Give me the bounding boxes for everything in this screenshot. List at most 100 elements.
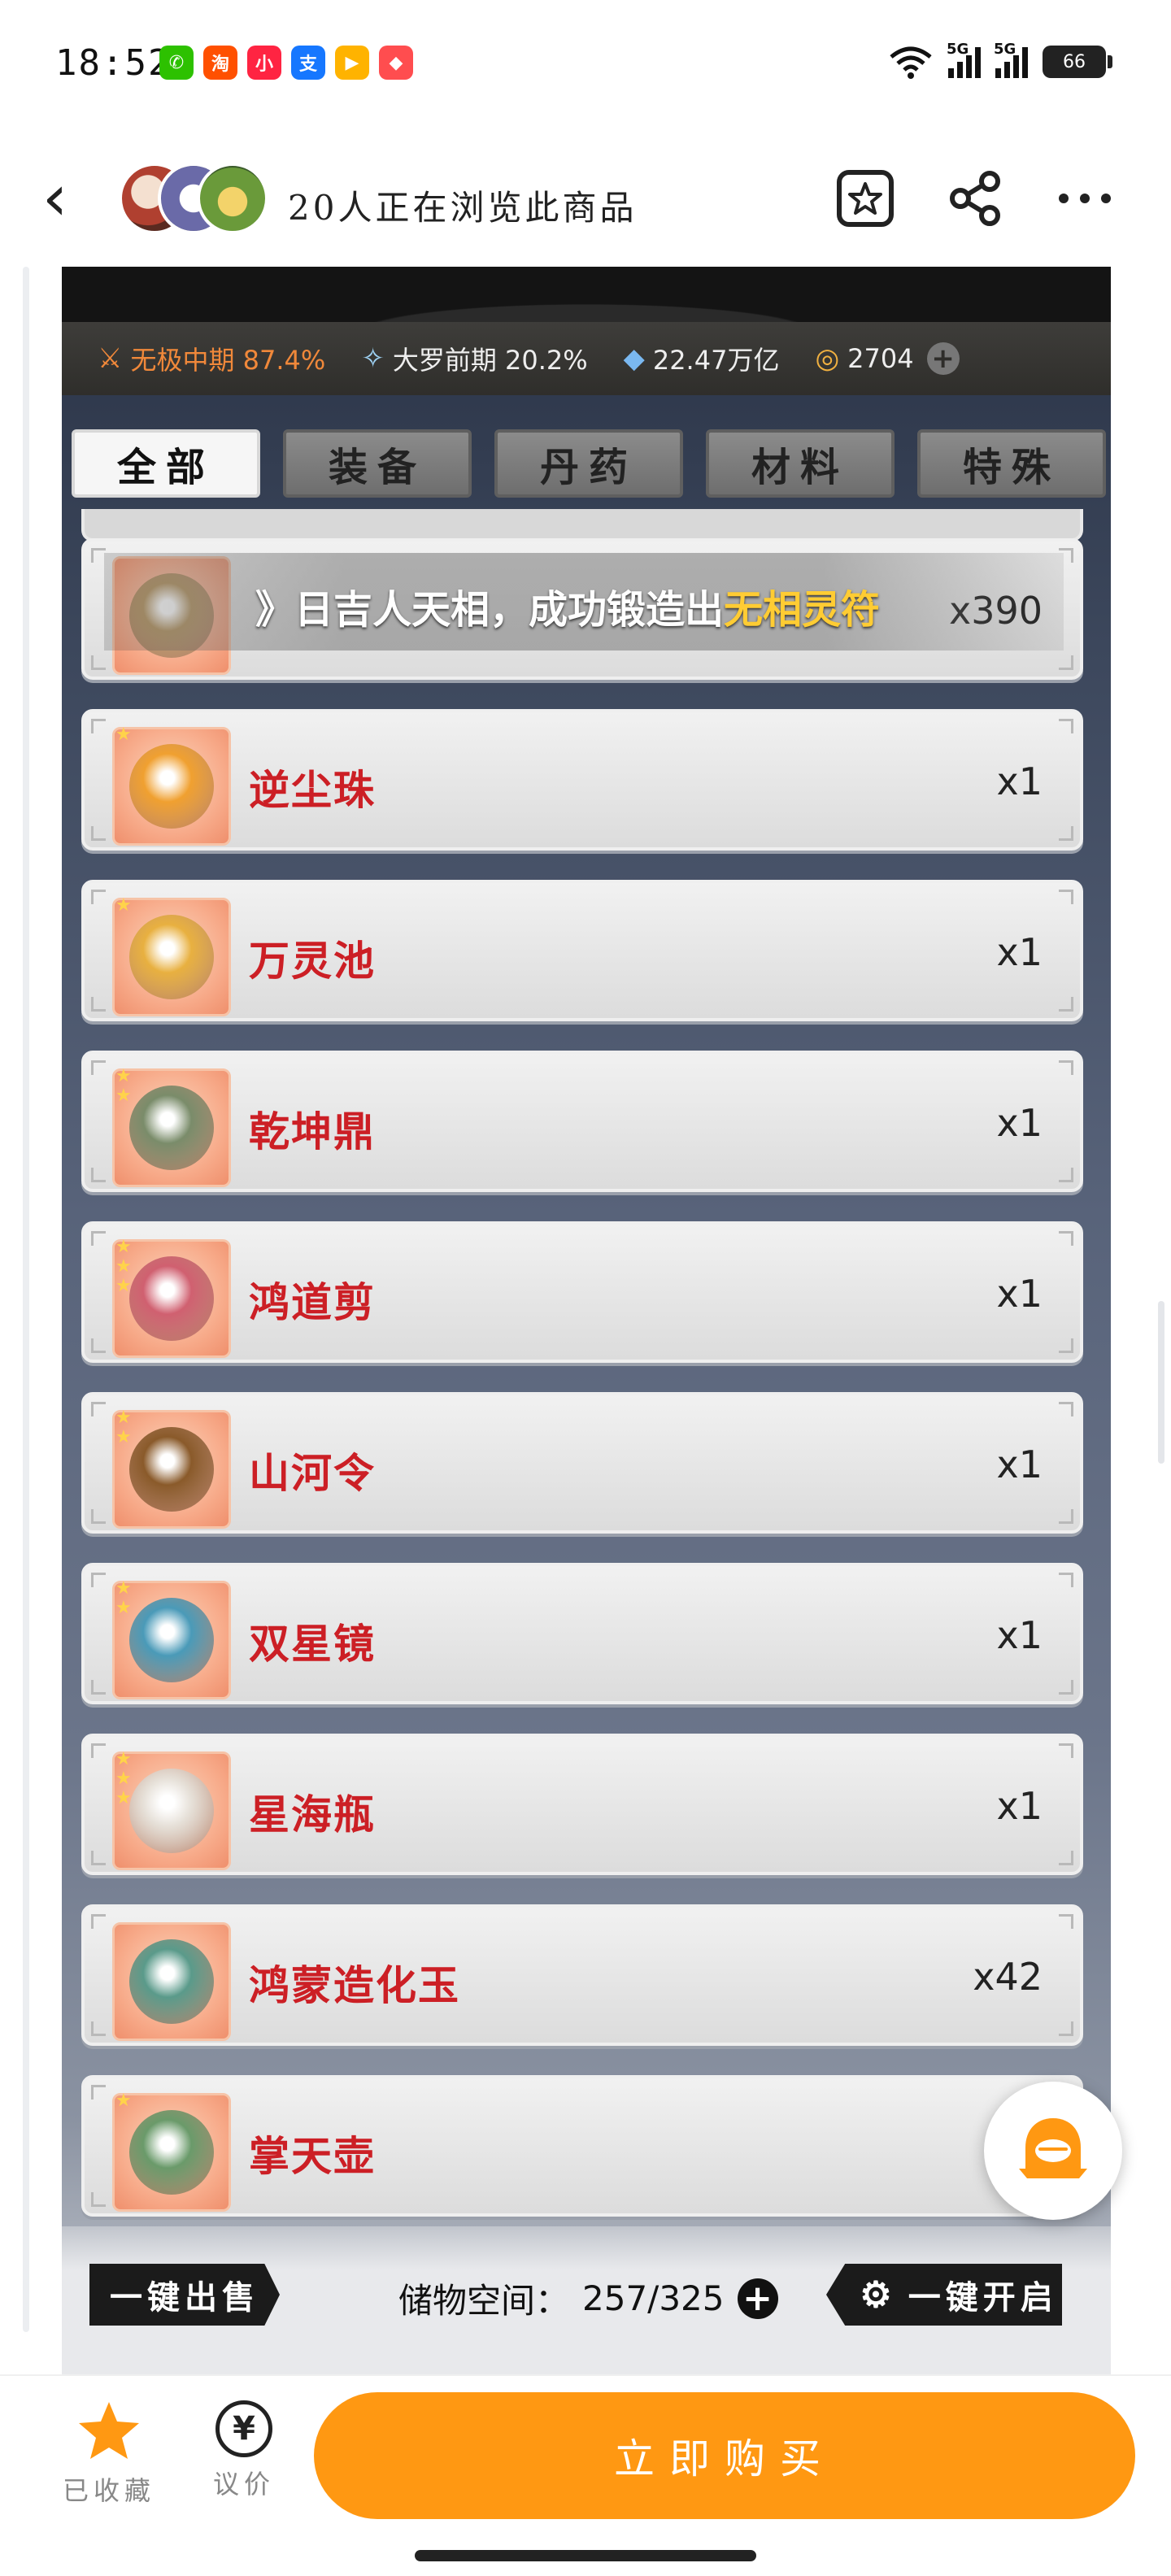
ticker-message: 》日吉人天相，成功锻造出 — [255, 587, 725, 633]
frame-corner — [91, 1851, 106, 1865]
tab-4[interactable]: 特殊 — [917, 429, 1106, 498]
favorite-label: 已收藏 — [62, 2475, 155, 2506]
item-artwork — [129, 2110, 214, 2195]
buy-now-button[interactable]: 立即购买 — [314, 2392, 1135, 2519]
item-quantity: x1 — [996, 1442, 1043, 1486]
video-icon: ▶ — [335, 46, 369, 80]
water-drop-icon: ◆ — [623, 342, 645, 375]
frame-corner — [1059, 1338, 1073, 1353]
bargain-button[interactable]: ¥ 议价 — [195, 2400, 293, 2501]
bargain-label: 议价 — [212, 2469, 275, 2500]
list-item[interactable]: ★ 逆尘珠 x1 — [81, 709, 1083, 851]
tab-3[interactable]: 材料 — [706, 429, 895, 498]
list-item[interactable]: ★ ★ ★ 星海瓶 x1 — [81, 1734, 1083, 1875]
signal-icon-1: 5G — [947, 41, 981, 78]
frame-corner — [1059, 1851, 1073, 1865]
frame-corner — [91, 1914, 106, 1929]
item-quantity: x1 — [996, 1613, 1043, 1657]
item-name: 山河令 — [249, 1450, 376, 1497]
stat-item: ◎ 2704 — [815, 342, 913, 375]
frame-corner — [91, 719, 106, 733]
share-icon[interactable] — [940, 163, 1012, 234]
back-icon[interactable]: ‹ — [42, 166, 91, 231]
signal-label-2: 5G — [994, 41, 1016, 58]
item-quantity: x1 — [996, 759, 1043, 803]
item-artwork — [129, 1598, 214, 1682]
frame-corner — [91, 890, 106, 904]
stat-value: 22.47万亿 — [652, 345, 780, 376]
frame-corner — [91, 1402, 106, 1416]
wechat-icon: ✆ — [159, 46, 194, 80]
item-artwork — [129, 1427, 214, 1512]
open-all-button[interactable]: ⚙ 一键开启 — [826, 2264, 1062, 2326]
frame-corner — [91, 1509, 106, 1524]
frame-corner — [1059, 826, 1073, 841]
storage-capacity: 储物空间： 257/325 + — [398, 2274, 778, 2323]
frame-corner — [91, 1060, 106, 1075]
frame-corner — [1059, 1402, 1073, 1416]
item-quantity: x1 — [996, 930, 1043, 974]
list-item[interactable]: ★ ★ 乾坤鼎 x1 — [81, 1051, 1083, 1192]
list-item[interactable]: ★ 万灵池 x1 — [81, 880, 1083, 1021]
customer-service-button[interactable] — [984, 2082, 1122, 2220]
rarity-stars: ★ ★ — [115, 1408, 132, 1447]
frame-corner — [1059, 1743, 1073, 1758]
list-item[interactable]: ★ ★ 山河令 x1 — [81, 1392, 1083, 1534]
battery-icon: 66 — [1043, 46, 1112, 78]
frame-corner — [91, 2085, 106, 2100]
add-currency-icon[interactable]: + — [926, 342, 960, 375]
list-item-partial — [81, 509, 1083, 542]
item-name: 逆尘珠 — [249, 767, 376, 814]
page-title: 20人正在浏览此商品 — [288, 188, 638, 228]
rarity-stars: ★ — [115, 724, 132, 745]
rarity-stars: ★ ★ ★ — [115, 1237, 132, 1296]
list-item[interactable]: 鸿蒙造化玉 x42 — [81, 1904, 1083, 2046]
inventory-tabs: 全部 装备 丹药 材料 特殊 — [62, 429, 1111, 503]
status-time: 18:52 — [55, 42, 172, 84]
xiaohongshu-icon: 小 — [247, 46, 281, 80]
game-screen: ⚔ 无极中期 87.4% ✧ 大罗前期 20.2% ◆ 22.47万亿 ◎ 2704 + 全部装… — [62, 267, 1111, 2374]
rarity-stars: ★ ★ — [115, 1578, 132, 1618]
frame-corner — [91, 2021, 106, 2036]
favorite-button[interactable]: 已收藏 — [60, 2400, 158, 2508]
status-app-icons: ✆ 淘小支 ▶ ◆ — [159, 46, 413, 80]
frame-corner — [91, 826, 106, 841]
more-icon[interactable] — [1049, 163, 1121, 234]
purchase-bar: 已收藏 ¥ 议价 立即购买 — [0, 2374, 1171, 2576]
open-all-label: 一键开启 — [908, 2278, 1058, 2317]
expand-storage-icon[interactable]: + — [737, 2278, 778, 2319]
rarity-stars: ★ ★ — [115, 1066, 132, 1106]
item-name: 双星镜 — [249, 1621, 376, 1668]
status-indicators: 5G 5G 66 — [888, 41, 1112, 80]
sword-icon: ⚔ — [98, 342, 123, 375]
frame-corner — [91, 1743, 106, 1758]
list-item[interactable]: ★ ★ 双星镜 x1 — [81, 1563, 1083, 1704]
tab-1[interactable]: 装备 — [283, 429, 472, 498]
favorite-star-icon[interactable] — [829, 163, 901, 234]
list-item[interactable]: x390》日吉人天相，成功锻造出无相灵符 — [81, 538, 1083, 680]
tab-2[interactable]: 丹药 — [494, 429, 683, 498]
status-bar: 18:52 ✆ 淘小支 ▶ ◆ 5G 5G 66 — [0, 0, 1171, 130]
frame-corner — [1059, 719, 1073, 733]
list-item[interactable]: ★ 掌天壶 — [81, 2075, 1083, 2217]
sell-all-button[interactable]: 一键出售 — [89, 2264, 280, 2326]
player-stats-bar: ⚔ 无极中期 87.4% ✧ 大罗前期 20.2% ◆ 22.47万亿 ◎ 2704 + — [62, 322, 1111, 395]
game-icon: ◆ — [379, 46, 413, 80]
game-header-decoration — [62, 267, 1111, 322]
frame-corner — [91, 655, 106, 670]
item-name: 万灵池 — [249, 938, 376, 985]
rarity-stars: ★ — [115, 895, 132, 916]
item-name: 鸿道剪 — [249, 1279, 376, 1326]
scroll-indicator — [1158, 1301, 1164, 1464]
frame-corner — [91, 1231, 106, 1246]
list-item[interactable]: ★ ★ ★ 鸿道剪 x1 — [81, 1221, 1083, 1363]
tab-0[interactable]: 全部 — [72, 429, 260, 498]
frame-corner — [91, 1168, 106, 1182]
item-quantity: x1 — [996, 1101, 1043, 1145]
taobao-icon: 淘 — [203, 46, 237, 80]
wifi-icon — [890, 46, 932, 79]
frame-corner — [1059, 1231, 1073, 1246]
ticker-item-name: 无相灵符 — [724, 587, 881, 633]
frame-corner — [1059, 1573, 1073, 1587]
viewer-avatars — [119, 163, 273, 237]
